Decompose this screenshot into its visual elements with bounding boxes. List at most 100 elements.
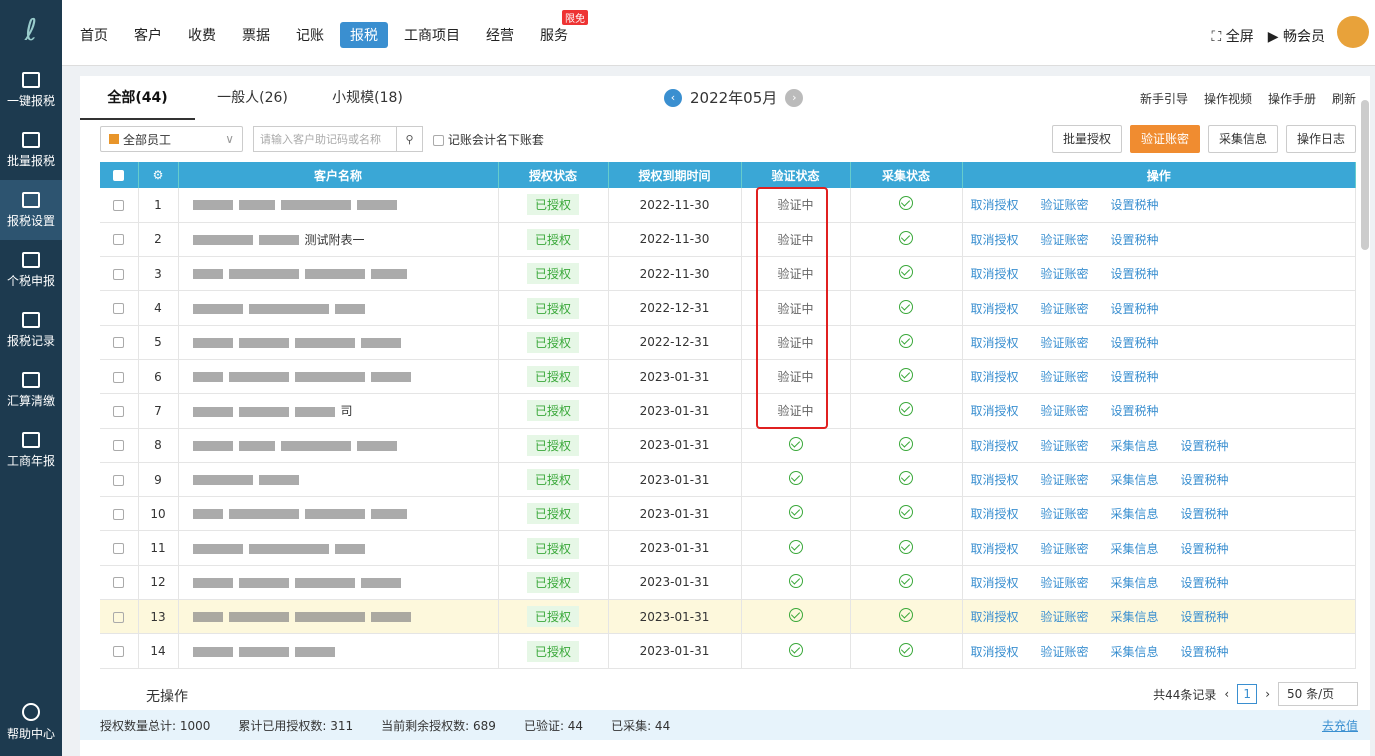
op-link[interactable]: 设置税种 (1181, 610, 1229, 624)
row-checkbox[interactable] (100, 496, 139, 532)
customer-name[interactable] (178, 359, 499, 395)
nav-item[interactable]: 服务 限免 (530, 10, 588, 48)
row-checkbox[interactable] (100, 633, 139, 669)
header-name[interactable]: 客户名称 (178, 162, 499, 188)
header-collect[interactable]: 采集状态 (850, 162, 963, 188)
tab[interactable]: 一般人(26) (195, 76, 310, 120)
op-link[interactable]: 验证账密 (1041, 576, 1089, 590)
row-checkbox[interactable] (100, 599, 139, 635)
help-link[interactable]: 新手引导 (1140, 90, 1188, 107)
op-link[interactable]: 取消授权 (971, 233, 1019, 247)
customer-name[interactable] (178, 188, 499, 223)
fullscreen-button[interactable]: ⛶ 全屏 (1212, 26, 1254, 46)
prev-month-button[interactable]: ‹ (664, 88, 682, 107)
customer-name[interactable] (178, 599, 499, 635)
op-link[interactable]: 设置税种 (1111, 198, 1159, 212)
op-link[interactable]: 验证账密 (1041, 336, 1089, 350)
op-link[interactable]: 采集信息 (1111, 576, 1159, 590)
sidebar-item[interactable]: 个税申报 (0, 240, 62, 300)
table-row[interactable]: 13 已授权 2023-01-31 取消授权 验证账密 采集信息 设置税种 (100, 599, 1356, 635)
next-page-button[interactable]: › (1265, 687, 1270, 701)
customer-name[interactable] (178, 325, 499, 360)
select-all-header[interactable] (100, 162, 139, 188)
row-checkbox[interactable] (100, 256, 139, 292)
table-row[interactable]: 1 已授权 2022-11-30 验证中 取消授权 验证账密 设置税种 (100, 188, 1356, 223)
header-verify[interactable]: 验证状态 (741, 162, 851, 188)
op-link[interactable]: 验证账密 (1041, 610, 1089, 624)
row-checkbox[interactable] (100, 530, 139, 566)
action-button[interactable]: 批量授权 (1051, 125, 1122, 153)
op-link[interactable]: 设置税种 (1111, 267, 1159, 281)
op-link[interactable]: 验证账密 (1041, 370, 1089, 384)
page-number[interactable]: 1 (1237, 684, 1258, 704)
sidebar-item[interactable]: 工商年报 (0, 420, 62, 480)
op-link[interactable]: 取消授权 (971, 610, 1019, 624)
table-row[interactable]: 10 已授权 2023-01-31 取消授权 验证账密 采集信息 设置税种 (100, 496, 1356, 532)
op-link[interactable]: 设置税种 (1111, 336, 1159, 350)
logo-icon[interactable]: ℓ (0, 0, 62, 60)
help-link[interactable]: 操作视频 (1204, 90, 1252, 107)
op-link[interactable]: 设置税种 (1111, 302, 1159, 316)
table-row[interactable]: 11 已授权 2023-01-31 取消授权 验证账密 采集信息 设置税种 (100, 530, 1356, 566)
row-checkbox[interactable] (100, 325, 139, 360)
table-row[interactable]: 3 已授权 2022-11-30 验证中 取消授权 验证账密 设置税种 (100, 256, 1356, 292)
account-checkbox[interactable]: 记账会计名下账套 (433, 131, 544, 148)
op-link[interactable]: 取消授权 (971, 473, 1019, 487)
sidebar-item[interactable]: 批量报税 (0, 120, 62, 180)
table-row[interactable]: 6 已授权 2023-01-31 验证中 取消授权 验证账密 设置税种 (100, 359, 1356, 395)
help-link[interactable]: 刷新 (1332, 90, 1356, 107)
table-row[interactable]: 12 已授权 2023-01-31 取消授权 验证账密 采集信息 设置税种 (100, 565, 1356, 601)
recharge-link[interactable]: 去充值 (1322, 717, 1358, 734)
help-link[interactable]: 操作手册 (1268, 90, 1316, 107)
action-button[interactable]: 采集信息 (1207, 125, 1278, 153)
op-link[interactable]: 设置税种 (1181, 473, 1229, 487)
nav-item[interactable]: 经营 (476, 22, 524, 48)
sidebar-item[interactable]: 报税设置 (0, 180, 62, 240)
tab[interactable]: 小规模(18) (310, 76, 425, 120)
op-link[interactable]: 取消授权 (971, 576, 1019, 590)
op-link[interactable]: 采集信息 (1111, 473, 1159, 487)
op-link[interactable]: 采集信息 (1111, 507, 1159, 521)
search-input[interactable]: 请输入客户助记码或名称 ⚲ (253, 126, 423, 152)
op-link[interactable]: 取消授权 (971, 336, 1019, 350)
row-checkbox[interactable] (100, 462, 139, 498)
table-row[interactable]: 9 已授权 2023-01-31 取消授权 验证账密 采集信息 设置税种 (100, 462, 1356, 498)
table-row[interactable]: 7 司 已授权 2023-01-31 验证中 取消授权 验证账密 设置税种 (100, 393, 1356, 429)
prev-page-button[interactable]: ‹ (1224, 687, 1229, 701)
op-link[interactable]: 验证账密 (1041, 198, 1089, 212)
sidebar-item[interactable]: 汇算清缴 (0, 360, 62, 420)
search-icon[interactable]: ⚲ (396, 127, 422, 151)
op-link[interactable]: 设置税种 (1111, 404, 1159, 418)
row-checkbox[interactable] (100, 565, 139, 601)
table-row[interactable]: 5 已授权 2022-12-31 验证中 取消授权 验证账密 设置税种 (100, 325, 1356, 360)
nav-item[interactable]: 收费 (178, 22, 226, 48)
op-link[interactable]: 验证账密 (1041, 267, 1089, 281)
op-link[interactable]: 设置税种 (1111, 370, 1159, 384)
customer-name[interactable] (178, 290, 499, 326)
op-link[interactable]: 取消授权 (971, 302, 1019, 316)
op-link[interactable]: 验证账密 (1041, 473, 1089, 487)
op-link[interactable]: 采集信息 (1111, 542, 1159, 556)
op-link[interactable]: 采集信息 (1111, 645, 1159, 659)
op-link[interactable]: 验证账密 (1041, 645, 1089, 659)
row-checkbox[interactable] (100, 359, 139, 395)
help-center[interactable]: 帮助中心 (0, 703, 62, 742)
customer-name[interactable] (178, 565, 499, 601)
op-link[interactable]: 验证账密 (1041, 302, 1089, 316)
op-link[interactable]: 设置税种 (1181, 507, 1229, 521)
op-link[interactable]: 验证账密 (1041, 233, 1089, 247)
op-link[interactable]: 设置税种 (1181, 576, 1229, 590)
customer-name[interactable] (178, 256, 499, 292)
tab[interactable]: 全部(44) (80, 76, 195, 120)
row-checkbox[interactable] (100, 428, 139, 463)
op-link[interactable]: 设置税种 (1181, 542, 1229, 556)
op-link[interactable]: 验证账密 (1041, 542, 1089, 556)
op-link[interactable]: 采集信息 (1111, 610, 1159, 624)
customer-name[interactable]: 司 (178, 393, 499, 429)
table-row[interactable]: 14 已授权 2023-01-31 取消授权 验证账密 采集信息 设置税种 (100, 633, 1356, 669)
op-link[interactable]: 设置税种 (1181, 645, 1229, 659)
customer-name[interactable] (178, 462, 499, 498)
op-link[interactable]: 验证账密 (1041, 507, 1089, 521)
op-link[interactable]: 取消授权 (971, 507, 1019, 521)
nav-item[interactable]: 客户 (124, 22, 172, 48)
